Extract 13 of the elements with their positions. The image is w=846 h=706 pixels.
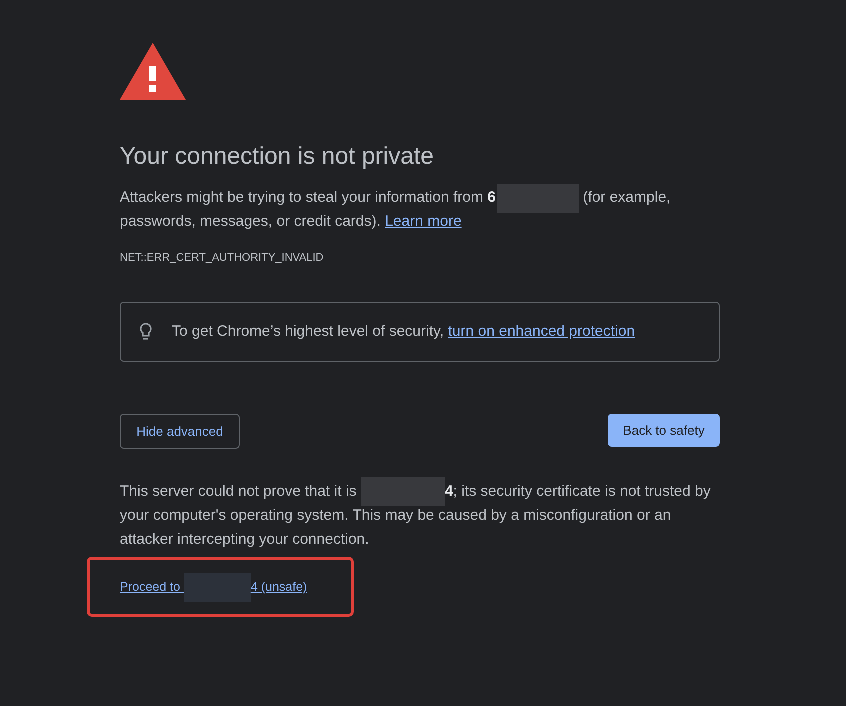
enhanced-protection-link[interactable]: turn on enhanced protection [448,323,636,340]
back-to-safety-button[interactable]: Back to safety [608,414,720,447]
error-code: NET::ERR_CERT_AUTHORITY_INVALID [120,251,325,266]
proceed-link[interactable]: Proceed to 4 (unsafe) [120,572,308,602]
details-text: This server could not prove that it is 4; its security certificate is not trusted by your computer's operating system. This may be caused by a misconfiguration or an attacker intercepting your connection. [120,480,720,552]
warning-triangle-icon [120,43,186,100]
hide-advanced-button[interactable]: Hide advanced [120,414,240,449]
warning-message: Attackers might be trying to steal your information from 6 (for example, passwords, messages, or credit cards). Learn more [120,186,720,234]
learn-more-link[interactable]: Learn more [385,213,462,230]
redaction-block [184,572,251,602]
page-title: Your connection is not private [120,142,435,172]
enhanced-protection-text: To get Chrome’s highest level of security, turn on enhanced protection [172,322,636,342]
lightbulb-icon [140,323,152,341]
